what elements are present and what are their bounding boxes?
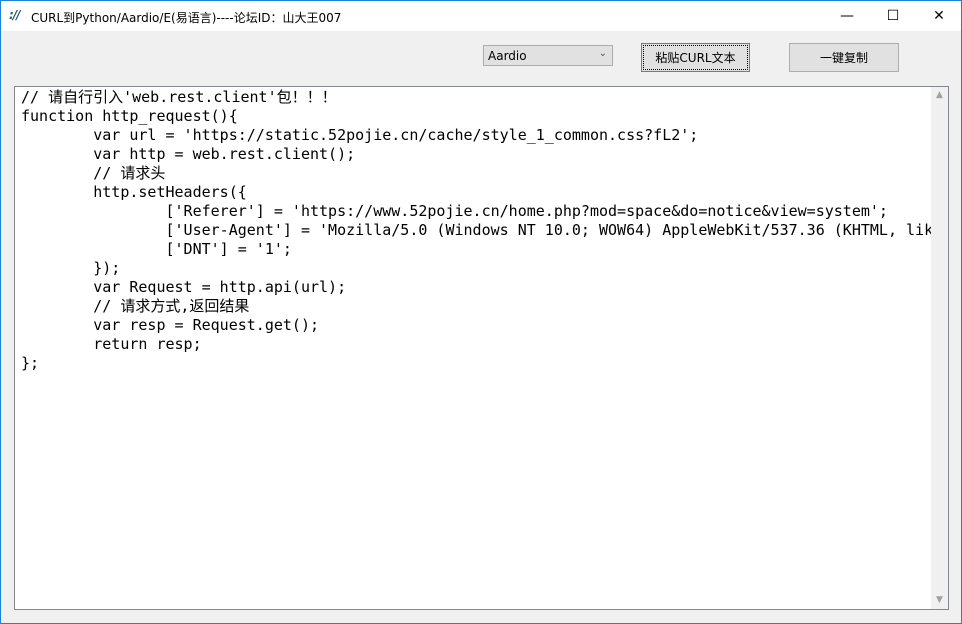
code-line: ['User-Agent'] = 'Mozilla/5.0 (Windows N… (21, 221, 932, 239)
code-line: // 请求头 (21, 164, 166, 182)
app-window: :// CURL到Python/Aardio/E(易语言)----论坛ID：山大… (0, 0, 962, 624)
code-line: var resp = Request.get(); (21, 316, 320, 334)
code-line: }); (21, 259, 121, 277)
close-icon: ✕ (933, 8, 945, 24)
close-button[interactable]: ✕ (916, 1, 962, 31)
maximize-icon: ☐ (886, 8, 900, 24)
scroll-down-icon[interactable]: ▼ (931, 592, 948, 609)
code-line: // 请自行引入'web.rest.client'包！！！ (21, 88, 337, 106)
title-bar: :// CURL到Python/Aardio/E(易语言)----论坛ID：山大… (1, 1, 961, 31)
code-line: }; (21, 354, 40, 372)
chevron-down-icon: ⌄ (598, 48, 607, 59)
code-line: return resp; (21, 335, 202, 353)
paste-curl-button[interactable]: 粘贴CURL文本 (641, 43, 750, 72)
minimize-icon: — (840, 8, 854, 24)
code-line: http.setHeaders({ (21, 183, 247, 201)
code-line: function http_request(){ (21, 107, 238, 125)
code-line: ['DNT'] = '1'; (21, 240, 292, 258)
vertical-scrollbar[interactable]: ▲ ▼ (931, 87, 948, 609)
code-line: var url = 'https://static.52pojie.cn/cac… (21, 126, 699, 144)
copy-all-button[interactable]: 一键复制 (789, 43, 899, 72)
code-text: // 请自行引入'web.rest.client'包！！！ function ht… (21, 88, 931, 373)
code-output-textarea[interactable]: // 请自行引入'web.rest.client'包！！！ function ht… (14, 86, 949, 610)
maximize-button[interactable]: ☐ (870, 1, 916, 31)
code-line: // 请求方式,返回结果 (21, 297, 250, 315)
code-line: var http = web.rest.client(); (21, 145, 356, 163)
code-line: var Request = http.api(url); (21, 278, 347, 296)
language-select[interactable]: Aardio ⌄ (483, 45, 613, 66)
code-line: ['Referer'] = 'https://www.52pojie.cn/ho… (21, 202, 888, 220)
language-select-value: Aardio (488, 49, 527, 63)
app-logo-icon: :// (9, 8, 21, 22)
window-title: CURL到Python/Aardio/E(易语言)----论坛ID：山大王007 (31, 11, 342, 25)
scroll-up-icon[interactable]: ▲ (931, 87, 948, 104)
minimize-button[interactable]: — (824, 1, 870, 31)
